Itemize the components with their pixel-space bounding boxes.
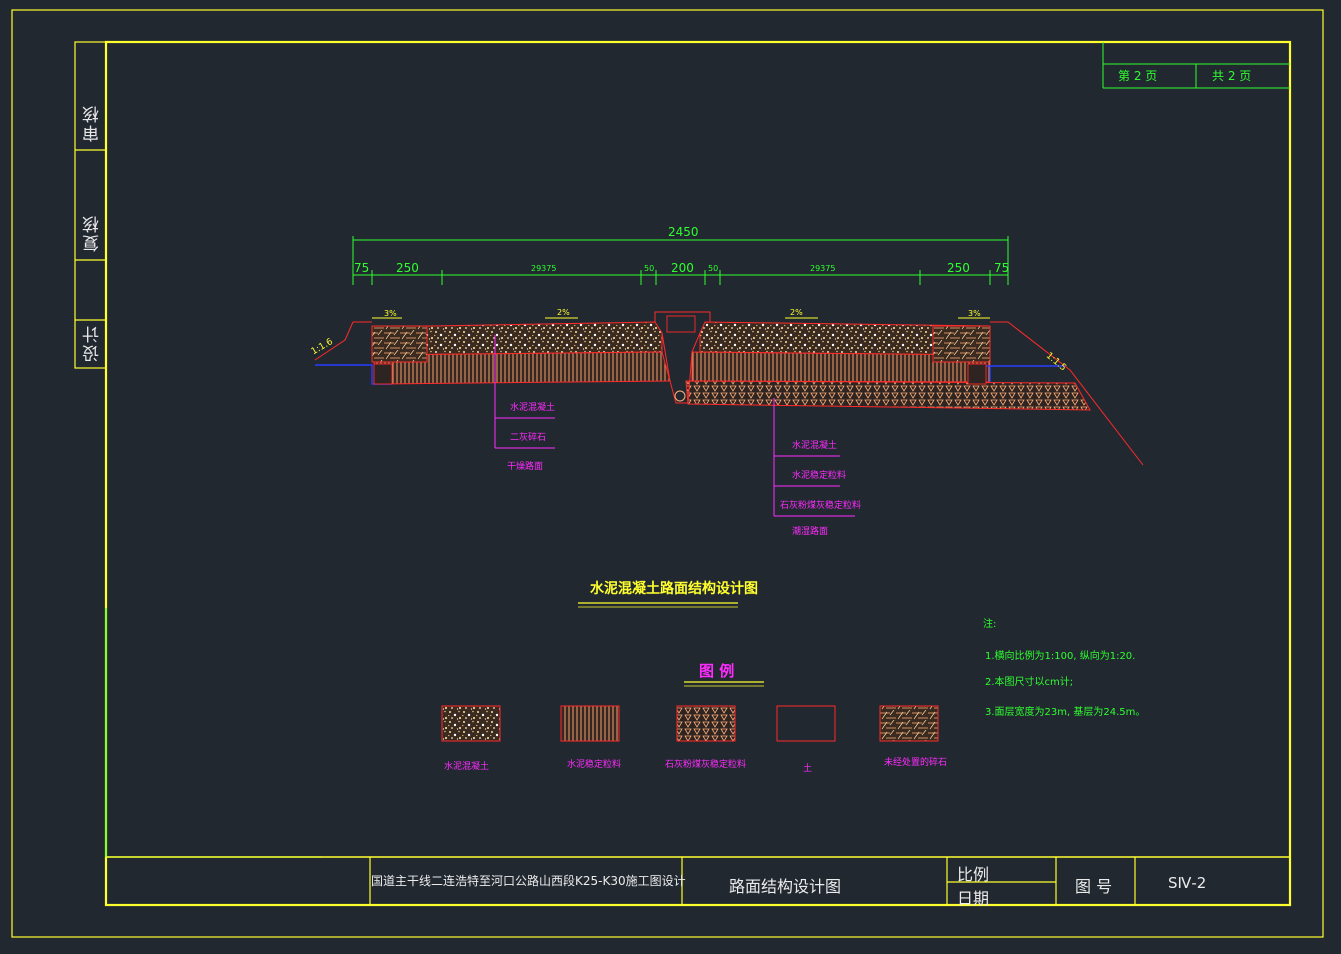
legend-swatches [441,705,939,742]
outer-frame [11,9,1324,938]
dim-seg-9: 75 [994,261,1010,275]
crossfall-2: 2% [557,308,570,317]
drawing-number-value: SⅣ-2 [1168,874,1207,892]
crossfall-3: 2% [790,308,803,317]
right-callout-layer-2: 水泥稳定粒料 [792,471,847,481]
side-label-design: 设计 [83,324,103,362]
left-callout-caption: 干燥路面 [507,462,544,472]
dim-seg-3: 29375 [531,264,557,273]
legend-swatch-vlines [560,705,620,742]
page-current: 第 2 页 [1118,69,1158,83]
dim-total: 2450 [668,225,699,239]
left-callout-layer-2: 二灰碎石 [510,433,547,443]
legend-label-5: 未经处置的碎石 [884,758,948,768]
legend-swatch-empty [776,705,836,742]
legend-label-3: 石灰粉煤灰稳定粒料 [665,760,747,770]
legend-label-2: 水泥稳定粒料 [567,760,622,770]
dim-seg-2: 250 [396,261,419,275]
page-total: 共 2 页 [1212,69,1252,83]
side-label-review: 审核 [83,104,103,142]
drawing-title: 水泥混凝土路面结构设计图 [590,581,758,597]
right-callout-layer-1: 水泥混凝土 [792,441,838,451]
dim-seg-6: 50 [708,264,719,273]
approval-strip [74,41,107,369]
note-2: 2.本图尺寸以cm计; [985,677,1074,688]
project-name: 国道主干线二连浩特至河口公路山西段K25-K30施工图设计 [371,874,686,888]
dim-seg-4: 50 [644,264,655,273]
note-1: 1.横向比例为1:100, 纵向为1:20. [985,651,1136,662]
legend-label-4: 土 [803,764,813,774]
right-callout-caption: 潮湿路面 [792,527,829,537]
date-label: 日期 [957,889,990,908]
road-cross-section [314,311,1144,466]
dim-seg-1: 75 [354,261,370,275]
drawing-number-label: 图 号 [1075,877,1113,896]
title-block-lines [106,856,1290,905]
drawing-canvas [11,9,1324,938]
side-label-recheck: 复核 [83,214,103,252]
drawing-name: 路面结构设计图 [729,877,842,896]
notes-heading: 注: [983,619,997,630]
legend-swatch-hatch [879,705,939,742]
crossfall-4: 3% [968,309,981,318]
dim-seg-5: 200 [671,261,694,275]
legend-swatch-gravel [441,705,501,742]
inner-frame [104,40,1292,907]
dim-seg-8: 250 [947,261,970,275]
note-3: 3.面层宽度为23m, 基层为24.5m。 [985,707,1146,718]
legend-title: 图 例 [699,662,735,680]
right-callout-layer-3: 石灰粉煤灰稳定粒料 [780,501,862,511]
scale-label: 比例 [957,865,990,884]
legend-swatch-triangles [676,705,736,742]
crossfall-1: 3% [384,309,397,318]
legend-label-1: 水泥混凝土 [444,762,490,772]
dim-seg-7: 29375 [810,264,836,273]
left-callout-layer-1: 水泥混凝土 [510,403,556,413]
